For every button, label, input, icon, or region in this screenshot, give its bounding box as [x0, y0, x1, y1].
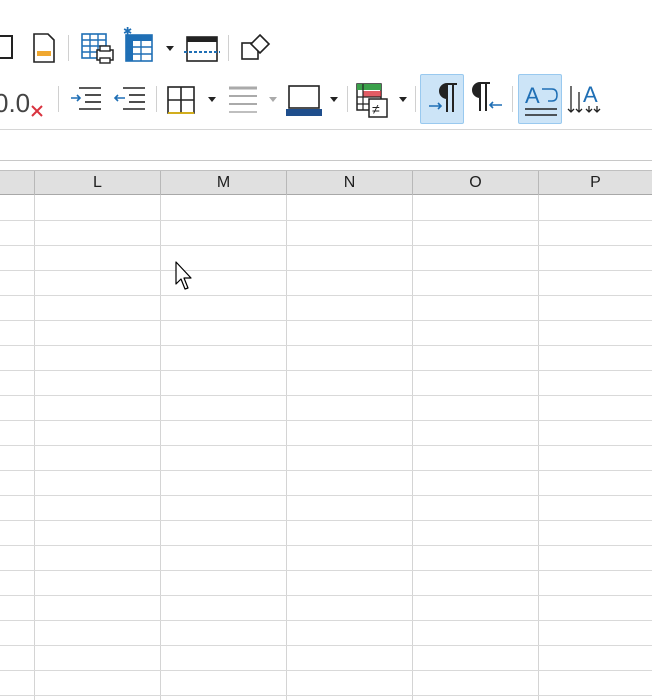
border-color-dropdown-arrow-icon[interactable]	[328, 74, 340, 124]
row-gridline	[0, 695, 652, 696]
table-print-icon[interactable]	[75, 23, 119, 73]
formatting-toolbar: 0.0 ≠ A A	[0, 74, 652, 124]
increase-indent-icon[interactable]	[65, 74, 109, 124]
border-color-icon[interactable]	[282, 74, 326, 124]
shapes-icon[interactable]	[234, 23, 278, 73]
freeze-rows-icon[interactable]: ✱	[117, 23, 161, 73]
row-gridline	[0, 570, 652, 571]
row-gridline	[0, 620, 652, 621]
row-gridline	[0, 520, 652, 521]
row-gridline	[0, 670, 652, 671]
svg-text:A: A	[583, 82, 598, 107]
svg-text:≠: ≠	[372, 101, 380, 117]
row-gridline	[0, 645, 652, 646]
row-gridline	[0, 270, 652, 271]
column-header-o[interactable]: O	[413, 171, 539, 195]
row-gridline	[0, 220, 652, 221]
border-style-dropdown-arrow-icon[interactable]	[267, 74, 279, 124]
row-gridline	[0, 295, 652, 296]
delete-decimal-icon[interactable]: 0.0	[0, 74, 54, 124]
svg-text:A: A	[525, 83, 540, 108]
mouse-cursor-icon	[175, 261, 195, 291]
conditional-format-dropdown-arrow-icon[interactable]	[397, 74, 409, 124]
decimal-label: 0.0	[0, 88, 30, 118]
vertical-text-icon[interactable]: A	[563, 74, 607, 124]
row-gridline	[0, 395, 652, 396]
row-gridline	[0, 245, 652, 246]
formula-bar[interactable]	[0, 124, 652, 169]
row-gridline	[0, 470, 652, 471]
row-gridline	[0, 545, 652, 546]
cell-grid[interactable]	[0, 195, 652, 700]
page-icon[interactable]	[22, 23, 66, 73]
row-gridline	[0, 595, 652, 596]
column-header-p[interactable]: P	[539, 171, 652, 195]
decrease-indent-icon[interactable]	[109, 74, 153, 124]
row-gridline	[0, 445, 652, 446]
column-header-n[interactable]: N	[287, 171, 413, 195]
row-gridline	[0, 370, 652, 371]
conditional-format-icon[interactable]: ≠	[351, 74, 395, 124]
page-break-icon[interactable]	[180, 23, 224, 73]
standard-toolbar: ✱	[0, 23, 652, 73]
row-gridline	[0, 420, 652, 421]
column-headers: L M N O P	[0, 170, 652, 195]
left-to-right-icon[interactable]	[420, 74, 464, 124]
column-header-partial[interactable]	[0, 171, 35, 195]
row-gridline	[0, 345, 652, 346]
row-gridline	[0, 320, 652, 321]
border-style-icon[interactable]	[221, 74, 265, 124]
frame-icon[interactable]	[0, 23, 22, 73]
row-gridline	[0, 495, 652, 496]
freeze-dropdown-arrow-icon[interactable]	[164, 23, 176, 73]
wrap-text-icon[interactable]: A	[518, 74, 562, 124]
borders-dropdown-arrow-icon[interactable]	[206, 74, 218, 124]
column-header-l[interactable]: L	[35, 171, 161, 195]
right-to-left-icon[interactable]	[466, 74, 510, 124]
column-header-m[interactable]: M	[161, 171, 287, 195]
borders-icon[interactable]	[160, 74, 204, 124]
svg-text:✱: ✱	[123, 26, 132, 38]
